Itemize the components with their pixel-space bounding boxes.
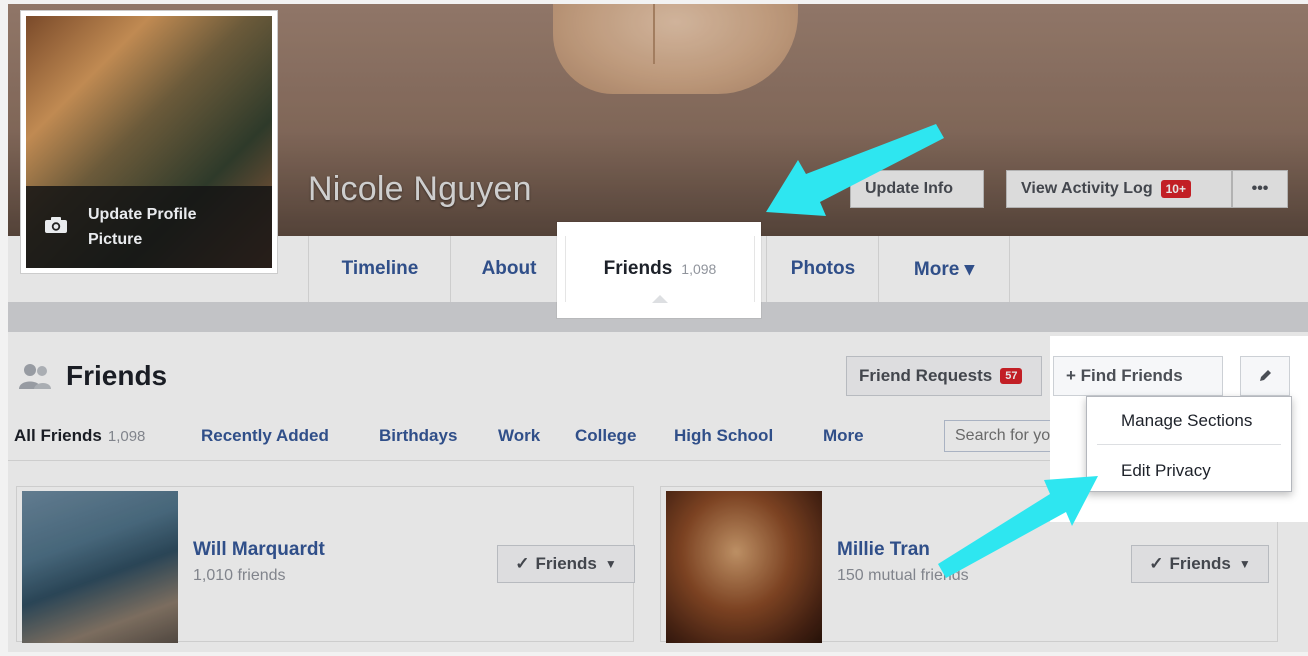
profile-page: Nicole Nguyen Update Info View Activity … [8, 4, 1308, 652]
arrow-annotation-icon [766, 124, 1098, 578]
